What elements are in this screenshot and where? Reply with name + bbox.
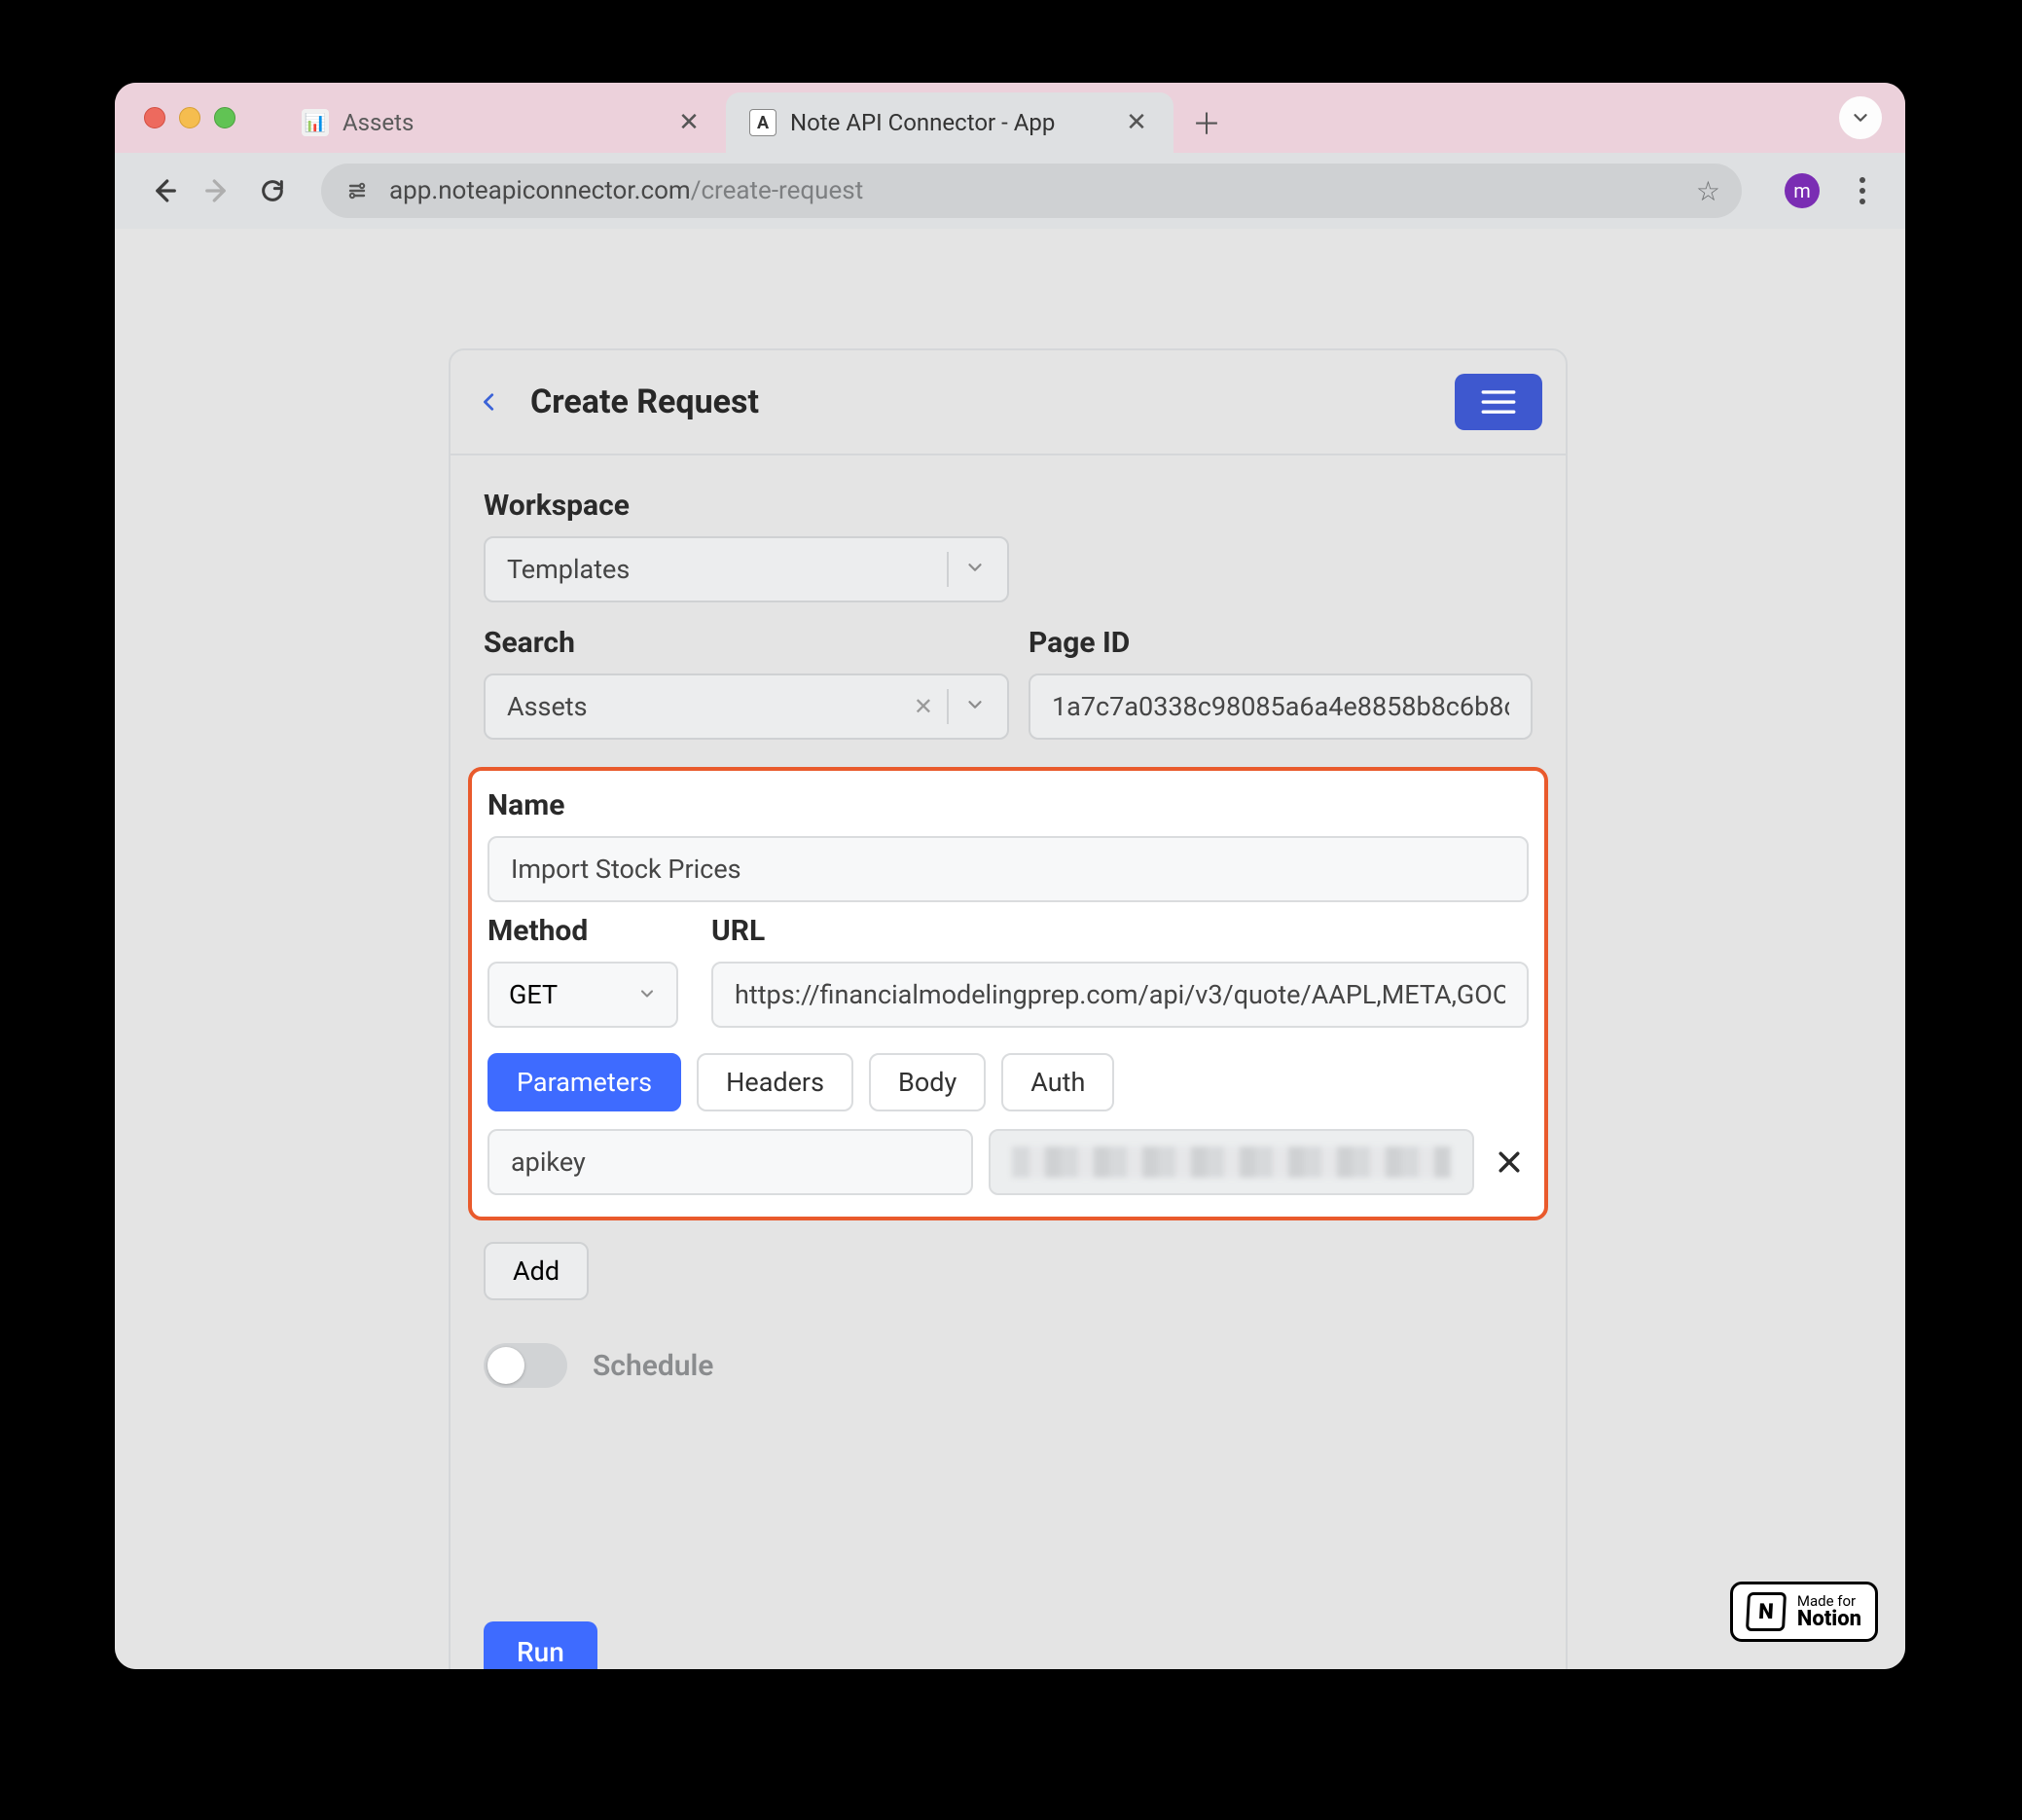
tab-auth[interactable]: Auth (1001, 1053, 1114, 1111)
page-id-label: Page ID (1029, 626, 1533, 660)
back-chevron-icon[interactable] (474, 386, 505, 418)
add-param-button[interactable]: Add (484, 1242, 589, 1300)
made-for-notion-badge[interactable]: N Made for Notion (1730, 1582, 1878, 1642)
url-text: app.noteapiconnector.com/create-request (389, 176, 1679, 205)
name-label: Name (487, 788, 1529, 822)
minimize-window-button[interactable] (179, 107, 200, 128)
toggle-knob (487, 1347, 524, 1384)
back-button[interactable] (140, 167, 187, 214)
search-select[interactable]: Assets ✕ (484, 673, 1009, 740)
close-window-button[interactable] (144, 107, 165, 128)
request-tabs: Parameters Headers Body Auth (487, 1053, 1529, 1111)
run-button[interactable]: Run (484, 1621, 597, 1669)
tab-close-icon[interactable]: ✕ (675, 108, 703, 137)
bookmark-star-icon[interactable]: ☆ (1696, 175, 1720, 207)
param-key-input[interactable] (487, 1129, 973, 1195)
reload-button[interactable] (249, 167, 296, 214)
search-label: Search (484, 626, 1009, 660)
tab-close-icon[interactable]: ✕ (1123, 108, 1150, 137)
maximize-window-button[interactable] (214, 107, 235, 128)
window-titlebar: 📊 Assets ✕ A Note API Connector - App ✕ … (115, 83, 1905, 153)
tab-title: Assets (343, 109, 662, 136)
workspace-label: Workspace (484, 489, 1533, 523)
address-bar[interactable]: app.noteapiconnector.com/create-request … (321, 164, 1742, 218)
window-controls (144, 107, 235, 128)
tab-favicon-icon: 📊 (302, 109, 329, 136)
profile-avatar[interactable]: m (1785, 173, 1820, 208)
page-title: Create Request (530, 382, 759, 421)
delete-param-button[interactable] (1490, 1143, 1529, 1182)
url-label: URL (711, 914, 1529, 948)
browser-tab-assets[interactable]: 📊 Assets ✕ (278, 92, 726, 153)
new-tab-button[interactable]: ＋ (1183, 98, 1230, 145)
name-value[interactable] (511, 854, 1505, 885)
url-input[interactable] (711, 962, 1529, 1028)
method-label: Method (487, 914, 692, 948)
clear-icon[interactable]: ✕ (914, 693, 941, 720)
site-settings-icon[interactable] (343, 176, 372, 205)
tab-favicon-icon: A (749, 109, 776, 136)
schedule-row: Schedule (451, 1300, 1566, 1388)
create-request-card: Create Request Workspace Templates (449, 348, 1568, 1669)
workspace-value: Templates (507, 554, 630, 585)
badge-product: Notion (1797, 1609, 1861, 1630)
tab-title: Note API Connector - App (790, 109, 1109, 136)
schedule-toggle[interactable] (484, 1343, 567, 1388)
notion-logo-icon: N (1746, 1592, 1787, 1631)
param-row (487, 1129, 1529, 1195)
tab-body[interactable]: Body (869, 1053, 986, 1111)
url-value[interactable] (735, 979, 1505, 1010)
name-input[interactable] (487, 836, 1529, 902)
schedule-label: Schedule (593, 1349, 713, 1383)
chevron-down-icon (964, 691, 986, 722)
method-select[interactable]: GET (487, 962, 678, 1028)
method-value: GET (509, 979, 558, 1010)
browser-menu-button[interactable] (1845, 177, 1880, 204)
card-header: Create Request (451, 350, 1566, 455)
workspace-select[interactable]: Templates (484, 536, 1009, 602)
forward-button[interactable] (195, 167, 241, 214)
search-value: Assets (507, 691, 588, 722)
tabs-overflow-button[interactable] (1839, 96, 1882, 139)
chevron-down-icon (637, 979, 657, 1010)
browser-window: 📊 Assets ✕ A Note API Connector - App ✕ … (115, 83, 1905, 1669)
browser-toolbar: app.noteapiconnector.com/create-request … (115, 153, 1905, 229)
param-value-input[interactable] (989, 1129, 1474, 1195)
tab-parameters[interactable]: Parameters (487, 1053, 681, 1111)
menu-button[interactable] (1455, 374, 1542, 430)
tab-headers[interactable]: Headers (697, 1053, 853, 1111)
chevron-down-icon (964, 554, 986, 585)
browser-tabs: 📊 Assets ✕ A Note API Connector - App ✕ … (278, 83, 1905, 153)
param-key-value[interactable] (511, 1147, 950, 1178)
redacted-value (1012, 1147, 1451, 1178)
page-id-value[interactable] (1052, 691, 1509, 722)
browser-tab-noteapi[interactable]: A Note API Connector - App ✕ (726, 92, 1173, 153)
request-editor-highlight: Name Method GET URL (468, 767, 1548, 1220)
page-content: Create Request Workspace Templates (115, 229, 1905, 1669)
page-id-input[interactable] (1029, 673, 1533, 740)
